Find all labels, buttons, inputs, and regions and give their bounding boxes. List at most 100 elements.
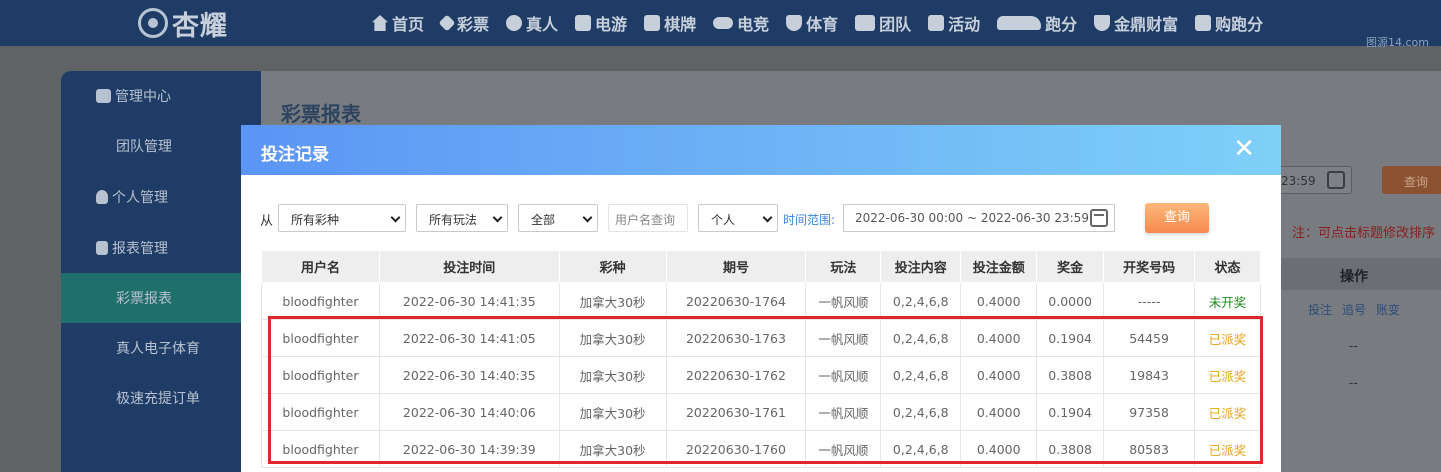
nav-item-runscore[interactable]: 跑分 — [997, 11, 1077, 35]
nav-item-live[interactable]: 真人 — [506, 11, 558, 35]
page-title: 彩票报表 — [281, 102, 361, 126]
chase-link[interactable]: 追号 — [1342, 301, 1366, 318]
cell-dash: -- — [1349, 339, 1358, 353]
sidebar-item-team-management[interactable]: 团队管理 — [61, 121, 261, 171]
nav-label: 首页 — [392, 15, 425, 34]
sidebar-item-fast-orders[interactable]: 极速充提订单 — [61, 373, 261, 423]
time-range-value: 2022-06-30 00:00 ~ 2022-06-30 23:59 — [855, 211, 1089, 225]
account-change-link[interactable]: 账变 — [1376, 301, 1400, 318]
scope-select[interactable]: 全部 — [518, 204, 598, 232]
person-select[interactable]: 个人 — [698, 204, 778, 232]
background-date-field[interactable]: 23:59 — [1272, 166, 1352, 194]
nav-label: 彩票 — [457, 15, 490, 34]
logo[interactable]: 杏耀 — [138, 4, 228, 42]
table-header-row: 用户名 投注时间 彩种 期号 玩法 投注内容 投注金额 奖金 开奖号码 状态 — [261, 250, 1261, 283]
nav-item-esports[interactable]: 电竞 — [713, 11, 769, 35]
close-icon[interactable]: ✕ — [1233, 135, 1255, 163]
time-range-label: 时间范围: — [783, 213, 836, 227]
cell-dash: -- — [1349, 376, 1358, 390]
nav-menu: 首页 彩票 真人 电游 棋牌 电竞 体育 团队 活动 跑分 金鼎财富 购跑分 — [372, 0, 1280, 46]
modal-title: 投注记录 — [261, 145, 329, 165]
column-header[interactable]: 玩法 — [805, 250, 882, 283]
username-cell: bloodfighter — [261, 282, 380, 320]
person-icon — [506, 15, 523, 31]
nav-label: 金鼎财富 — [1114, 15, 1179, 34]
nav-label: 棋牌 — [664, 15, 697, 34]
nav-label: 电竞 — [737, 15, 770, 34]
nav-item-chess[interactable]: 棋牌 — [644, 11, 696, 35]
highlight-box — [268, 316, 1263, 464]
time-range-input[interactable]: 2022-06-30 00:00 ~ 2022-06-30 23:59 — [843, 204, 1115, 232]
background-query-button[interactable]: 查询 — [1382, 166, 1441, 194]
amount-cell: 0.4000 — [960, 282, 1038, 320]
nav-item-wealth[interactable]: 金鼎财富 — [1094, 11, 1178, 35]
prize-cell: 0.0000 — [1036, 282, 1105, 320]
bet-link[interactable]: 投注 — [1308, 301, 1332, 318]
column-header[interactable]: 用户名 — [261, 250, 380, 283]
game-icon — [575, 15, 592, 31]
table-row[interactable]: bloodfighter 2022-06-30 14:41:35 加拿大30秒 202… — [261, 282, 1261, 320]
sidebar-item-label: 个人管理 — [112, 190, 168, 206]
query-button[interactable]: 查询 — [1145, 203, 1209, 233]
nav-item-slots[interactable]: 电游 — [575, 11, 627, 35]
bet-time-cell: 2022-06-30 14:41:35 — [378, 282, 560, 320]
from-label: 从 — [260, 214, 274, 229]
nav-label: 电游 — [595, 15, 628, 34]
sidebar: 管理中心 团队管理 个人管理 报表管理 彩票报表 真人电子体育 极速充提订单 — [61, 71, 261, 472]
sidebar-group-reports[interactable]: 报表管理 — [61, 223, 261, 273]
calendar-icon[interactable] — [1090, 209, 1108, 227]
sidebar-item-live-sports[interactable]: 真人电子体育 — [61, 323, 261, 373]
lottery-cell: 加拿大30秒 — [558, 282, 667, 320]
modal-header: 投注记录 ✕ — [241, 125, 1281, 175]
logo-icon — [138, 8, 168, 38]
column-header[interactable]: 投注时间 — [378, 250, 560, 283]
lottery-select[interactable]: 所有彩种 — [278, 204, 406, 232]
report-icon — [96, 241, 108, 255]
status-cell: 未开奖 — [1194, 282, 1261, 320]
nav-item-lottery[interactable]: 彩票 — [438, 11, 490, 35]
calendar-icon — [1327, 171, 1345, 189]
nav-label: 团队 — [879, 15, 912, 34]
draw-number-cell: ----- — [1103, 282, 1196, 320]
gamepad-icon — [713, 17, 734, 29]
sidebar-item-label: 团队管理 — [116, 139, 172, 155]
sidebar-item-label: 管理中心 — [115, 89, 171, 105]
column-header[interactable]: 彩种 — [558, 250, 667, 283]
column-header[interactable]: 期号 — [665, 250, 807, 283]
nav-item-team[interactable]: 团队 — [855, 11, 911, 35]
nav-label: 活动 — [948, 15, 981, 34]
top-navbar: 杏耀 首页 彩票 真人 电游 棋牌 电竞 体育 团队 活动 跑分 金鼎财富 购跑… — [0, 0, 1441, 49]
content-cell: 0,2,4,6,8 — [880, 282, 962, 320]
operation-header: 操作 — [1340, 269, 1368, 285]
watermark: 图源14.com — [1366, 36, 1429, 49]
users-icon — [96, 89, 111, 103]
nav-label: 体育 — [806, 15, 839, 34]
sidebar-item-label: 真人电子体育 — [116, 341, 200, 357]
column-header[interactable]: 状态 — [1194, 250, 1261, 283]
column-header[interactable]: 奖金 — [1036, 250, 1105, 283]
cards-icon — [644, 15, 661, 31]
username-input[interactable]: 用户名查询 — [608, 204, 688, 232]
sidebar-item-lottery-report[interactable]: 彩票报表 — [61, 273, 261, 323]
column-header[interactable]: 投注金额 — [960, 250, 1038, 283]
play-select[interactable]: 所有玩法 — [416, 204, 508, 232]
nav-label: 购跑分 — [1215, 15, 1264, 34]
trophy-icon — [786, 15, 803, 31]
nav-item-sports[interactable]: 体育 — [786, 11, 838, 35]
column-header[interactable]: 开奖号码 — [1103, 250, 1196, 283]
money-icon — [1094, 15, 1111, 31]
sidebar-item-label: 报表管理 — [112, 241, 168, 257]
hi-icon — [1195, 15, 1212, 31]
car-icon — [997, 16, 1042, 30]
sidebar-group-personal[interactable]: 个人管理 — [61, 172, 261, 222]
nav-item-buy-runscore[interactable]: 购跑分 — [1195, 11, 1263, 35]
diamond-icon — [438, 14, 456, 32]
column-header[interactable]: 投注内容 — [880, 250, 962, 283]
nav-item-home[interactable]: 首页 — [372, 11, 424, 35]
nav-item-activity[interactable]: 活动 — [928, 11, 980, 35]
nav-label: 跑分 — [1045, 15, 1078, 34]
period-cell: 20220630-1764 — [665, 282, 807, 320]
sidebar-group-management[interactable]: 管理中心 — [61, 71, 261, 121]
logo-text: 杏耀 — [172, 10, 228, 42]
sort-note: 注：可点击标题修改排序 — [1292, 226, 1436, 241]
